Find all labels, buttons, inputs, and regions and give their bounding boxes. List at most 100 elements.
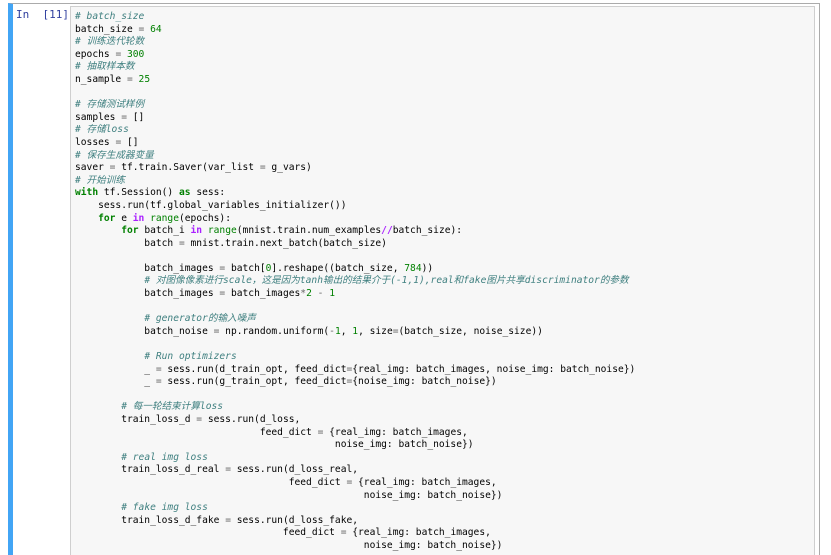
code-token-text: saver xyxy=(75,162,110,174)
code-token-text: n_sample xyxy=(75,73,127,85)
code-line: # 开始训练 xyxy=(75,175,635,188)
code-token-comment: # 存储测试样例 xyxy=(75,99,145,111)
code-line: batch = mnist.train.next_batch(batch_siz… xyxy=(75,238,635,251)
code-line: losses = [] xyxy=(75,137,635,150)
code-token-comment: # batch_size xyxy=(75,11,145,22)
code-token-text: noise_img: batch_noise}) xyxy=(75,439,474,451)
code-token-text: [] xyxy=(121,136,139,148)
code-token-text: batch_images xyxy=(225,288,301,300)
code-token-comment: # 保存生成器变量 xyxy=(75,149,154,161)
code-token-text: , size xyxy=(358,325,393,337)
code-token-text: sess.run(g_train_opt, feed_dict xyxy=(161,376,347,388)
code-editor[interactable]: # batch_size batch_size = 64 # 训练迭代轮数 epoch… xyxy=(75,11,635,553)
code-token-text: _ xyxy=(75,376,156,388)
code-token-text: ].reshape((batch_size, xyxy=(271,262,405,274)
code-line: for e in range(epochs): xyxy=(75,213,635,226)
code-line: # 存储测试样例 xyxy=(75,99,635,112)
code-line: for batch_i in range(mnist.train.num_exa… xyxy=(75,225,635,238)
code-token-comment: # generator的输入噪声 xyxy=(144,313,256,325)
code-token-text: batch_size xyxy=(75,23,139,35)
code-line: train_loss_d_real = sess.run(d_loss_real… xyxy=(75,464,635,477)
code-line: feed_dict = {real_img: batch_images, xyxy=(75,427,635,440)
code-line: saver = tf.train.Saver(var_list = g_vars… xyxy=(75,162,635,175)
code-token-text: epochs xyxy=(75,48,116,60)
code-token-comment: # real img loss xyxy=(121,451,208,463)
code-line: _ = sess.run(g_train_opt, feed_dict={noi… xyxy=(75,376,635,389)
code-token-text: {real_img: batch_images, noise_img: batc… xyxy=(352,363,636,375)
code-token-text: noise_img: batch_noise}) xyxy=(75,489,503,501)
code-token-number: 300 xyxy=(127,48,145,60)
code-token-keyword: for xyxy=(98,212,116,224)
code-token-text: feed_dict xyxy=(75,476,347,488)
code-token-number: 1 xyxy=(329,288,335,300)
code-token-text: tf.Session() xyxy=(98,187,179,199)
code-token-text: noise_img: batch_noise}) xyxy=(75,539,503,551)
code-line: with tf.Session() as sess: xyxy=(75,187,635,200)
code-token-text: train_loss_d_real xyxy=(75,464,226,476)
code-token-number: 64 xyxy=(150,23,162,35)
code-token-number: 25 xyxy=(138,73,151,85)
code-token-text: batch_noise xyxy=(75,325,214,337)
code-line: _ = sess.run(d_train_opt, feed_dict={rea… xyxy=(75,364,635,377)
code-token-comment: # fake img loss xyxy=(121,502,208,514)
code-token-text: batch_size): xyxy=(392,225,463,237)
code-token-comment: # 每一轮结束计算loss xyxy=(121,401,224,413)
code-line: # batch_size xyxy=(75,11,635,24)
code-token-text: batch_images xyxy=(75,288,220,300)
code-token-text: )) xyxy=(421,262,434,274)
code-line: # 训练迭代轮数 xyxy=(75,36,635,49)
code-line: # 对图像像素进行scale，这是因为tanh输出的结果介于(-1,1),rea… xyxy=(75,275,635,288)
code-token-builtin: range xyxy=(207,225,237,237)
code-token-text: e xyxy=(115,212,133,224)
code-token-operator: in xyxy=(190,225,203,237)
code-token-comment: # 存储loss xyxy=(75,124,129,136)
code-token-text: batch xyxy=(75,237,179,249)
code-token-text: mnist.train.next_batch(batch_size) xyxy=(184,237,387,249)
notebook-page: In [11]: # batch_size batch_size = 64 # 训练… xyxy=(0,0,831,555)
code-token-text: {real_img: batch_images, xyxy=(352,476,497,488)
code-token-text: sess.run(d_train_opt, feed_dict xyxy=(161,363,347,375)
code-token-keyword: for xyxy=(121,225,139,237)
code-line: # fake img loss xyxy=(75,502,635,515)
code-token-comment: # 训练迭代轮数 xyxy=(75,36,145,48)
code-token-text: batch_images xyxy=(75,262,220,274)
code-line: batch_images = batch_images*2 - 1 xyxy=(75,288,635,301)
code-line: # Run optimizers xyxy=(75,351,635,364)
code-token-text: (epochs): xyxy=(179,212,231,224)
code-token-text: batch_i xyxy=(138,225,191,237)
code-line: noise_img: batch_noise}) xyxy=(75,490,635,503)
code-line: noise_img: batch_noise}) xyxy=(75,540,635,553)
code-line: batch_size = 64 xyxy=(75,24,635,37)
code-token-operator: in xyxy=(132,212,145,224)
code-token-text: [] xyxy=(127,111,145,123)
code-token-text: train_loss_d_fake xyxy=(75,514,226,526)
code-line: # 保存生成器变量 xyxy=(75,150,635,163)
code-token-text: tf.train.Saver(var_list xyxy=(115,162,260,174)
code-token-comment: # 抽取样本数 xyxy=(75,61,135,73)
code-token-operator: // xyxy=(381,225,393,237)
code-token-builtin: range xyxy=(150,212,179,224)
code-token-text: sess.run(d_loss_real, xyxy=(230,464,359,476)
code-token-text: (batch_size, noise_size)) xyxy=(398,325,543,337)
code-token-text: batch[ xyxy=(225,262,266,274)
code-token-keyword: as xyxy=(178,187,191,199)
code-line: # 存储loss xyxy=(75,124,635,137)
code-token-text: np.random.uniform( xyxy=(219,325,330,337)
code-token-text: _ xyxy=(75,363,156,375)
code-line: # 抽取样本数 xyxy=(75,61,635,74)
code-token-text: losses xyxy=(75,136,116,148)
code-token-comment: # 对图像像素进行scale，这是因为tanh输出的结果介于(-1,1),rea… xyxy=(144,275,629,287)
code-token-text: g_vars) xyxy=(265,162,312,174)
code-line: epochs = 300 xyxy=(75,49,635,62)
